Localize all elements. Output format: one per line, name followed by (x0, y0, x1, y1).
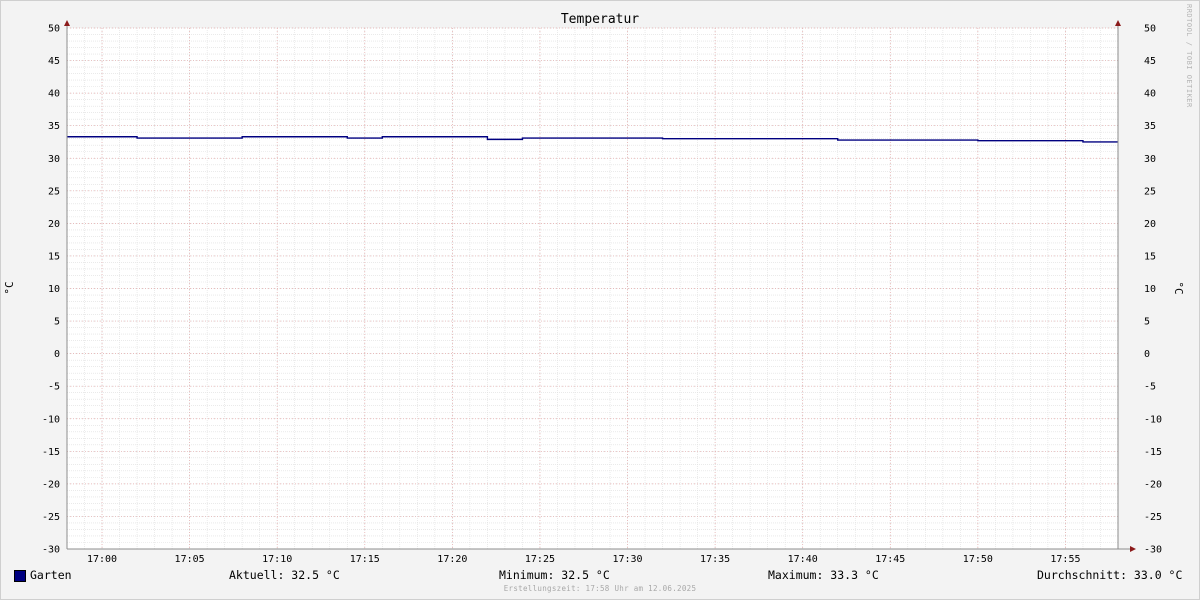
y-tick-label-left: 20 (48, 219, 60, 230)
y-tick-label-right: -10 (1144, 414, 1162, 425)
rrdtool-watermark: RRDTOOL / TOBI OETIKER (1185, 4, 1193, 108)
y-tick-label-right: 0 (1144, 349, 1150, 360)
x-tick-label: 17:45 (875, 554, 905, 565)
creation-time: Erstellungszeit: 17:58 Uhr am 12.06.2025 (503, 584, 697, 593)
y-tick-label-left: -25 (42, 512, 60, 523)
legend-swatch-garten (14, 570, 26, 582)
y-tick-label-right: 25 (1144, 186, 1156, 197)
y-tick-label-right: 10 (1144, 284, 1156, 295)
x-tick-label: 17:55 (1050, 554, 1080, 565)
y-tick-label-left: 0 (54, 349, 60, 360)
legend-minimum: Minimum: 32.5 °C (499, 568, 610, 582)
y-tick-label-right: 50 (1144, 24, 1156, 35)
y-tick-label-left: 45 (48, 56, 60, 67)
y-tick-label-left: 15 (48, 251, 60, 262)
y-tick-label-right: 35 (1144, 121, 1156, 132)
y-tick-label-right: -15 (1144, 447, 1162, 458)
y-tick-label-right: -25 (1144, 512, 1162, 523)
y-tick-label-left: 25 (48, 186, 60, 197)
y-axis-label-left: °C (3, 281, 16, 294)
y-tick-label-left: -15 (42, 447, 60, 458)
y-axis-arrow-left (64, 20, 70, 26)
y-tick-label-right: 30 (1144, 154, 1156, 165)
legend-current: Aktuell: 32.5 °C (229, 568, 340, 582)
y-tick-label-right: -20 (1144, 479, 1162, 490)
legend-maximum: Maximum: 33.3 °C (768, 568, 879, 582)
chart-title: Temperatur (561, 12, 639, 27)
x-tick-labels: 17:00 17:05 17:10 17:15 17:20 17:25 17:30 17:35… (87, 554, 1081, 565)
x-tick-label: 17:25 (525, 554, 555, 565)
x-tick-label: 17:30 (612, 554, 642, 565)
y-tick-label-left: 30 (48, 154, 60, 165)
x-tick-label: 17:35 (700, 554, 730, 565)
y-tick-label-left: -10 (42, 414, 60, 425)
x-tick-label: 17:40 (788, 554, 818, 565)
y-tick-label-right: 15 (1144, 251, 1156, 262)
temperature-chart: Temperatur °C °C RRDTOOL / TOBI OETIKER … (3, 4, 1193, 565)
x-tick-label: 17:05 (175, 554, 205, 565)
x-axis-arrow (1130, 546, 1136, 552)
legend-average: Durchschnitt: 33.0 °C (1037, 568, 1183, 582)
y-axis-label-right: °C (1172, 281, 1185, 294)
y-tick-label-left: 5 (54, 317, 60, 328)
chart-grid (66, 27, 1119, 550)
y-tick-label-right: -30 (1144, 545, 1162, 556)
y-tick-label-left: -20 (42, 479, 60, 490)
y-tick-label-left: 35 (48, 121, 60, 132)
y-tick-label-left: 40 (48, 89, 60, 100)
x-tick-label: 17:00 (87, 554, 117, 565)
legend-series-name: Garten (30, 568, 72, 582)
y-tick-label-right: 45 (1144, 56, 1156, 67)
y-tick-label-right: 20 (1144, 219, 1156, 230)
y-tick-label-left: 50 (48, 24, 60, 35)
y-tick-label-left: -5 (48, 382, 60, 393)
y-axis-arrow-right (1115, 20, 1121, 26)
x-tick-label: 17:20 (437, 554, 467, 565)
x-tick-label: 17:10 (262, 554, 292, 565)
legend-bar: Garten Aktuell: 32.5 °C Minimum: 32.5 °C… (0, 566, 1200, 584)
y-tick-label-left: 10 (48, 284, 60, 295)
x-tick-label: 17:50 (963, 554, 993, 565)
y-tick-label-right: 5 (1144, 317, 1150, 328)
y-tick-label-right: 40 (1144, 89, 1156, 100)
y-tick-label-left: -30 (42, 545, 60, 556)
y-tick-label-right: -5 (1144, 382, 1156, 393)
x-tick-label: 17:15 (350, 554, 380, 565)
